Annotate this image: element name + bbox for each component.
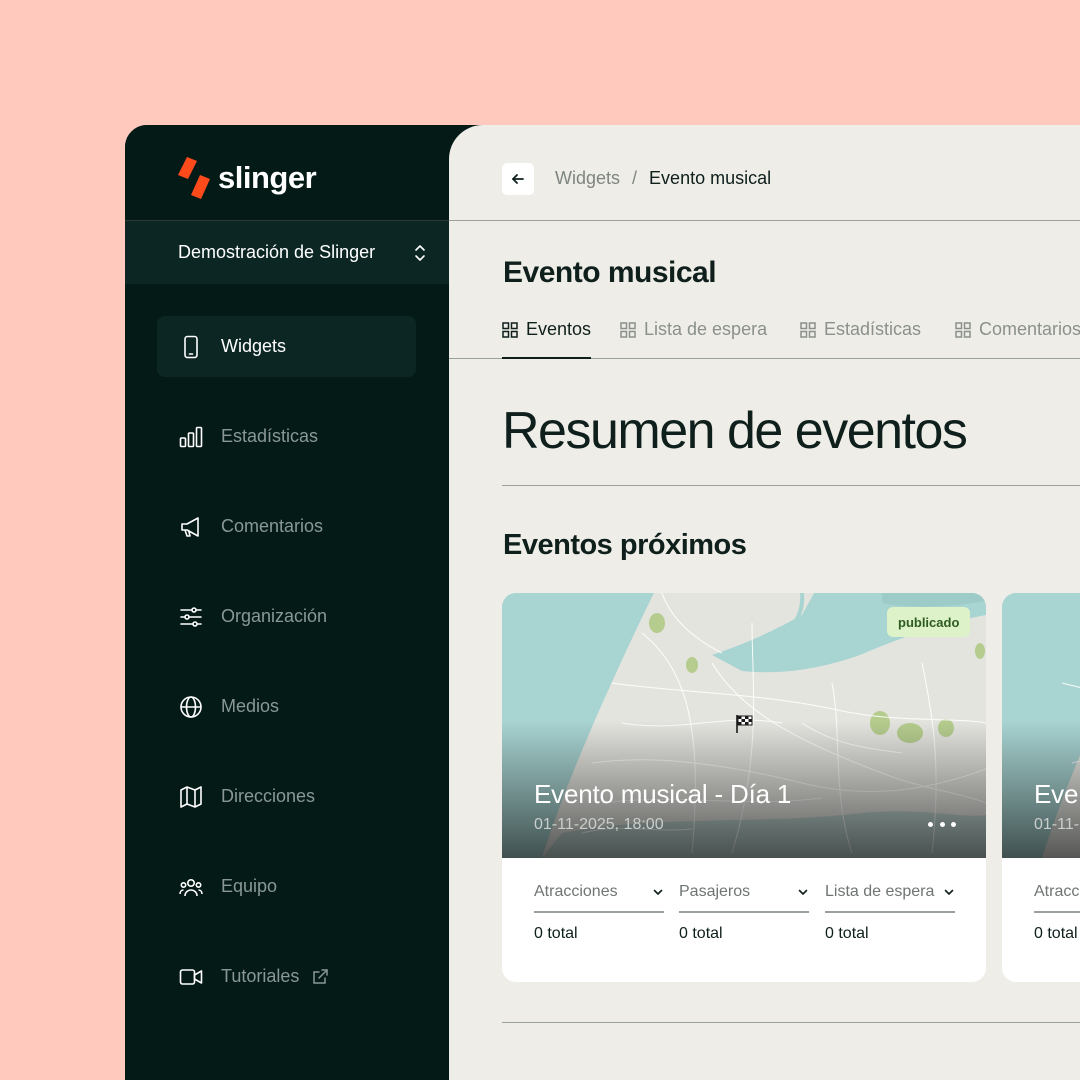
tab-estadisticas[interactable]: Estadísticas (800, 311, 921, 359)
sidebar-item-widgets[interactable]: Widgets (157, 316, 416, 377)
stat-pasajeros: Pasajeros 0 total (679, 873, 809, 943)
sidebar-item-estadisticas[interactable]: Estadísticas (157, 406, 416, 467)
sidebar-item-equipo[interactable]: Equipo (157, 856, 416, 917)
section-title: Resumen de eventos (502, 402, 968, 460)
sidebar-item-label: Estadísticas (221, 426, 319, 446)
event-date: 01-11-2025, 18:00 (534, 816, 664, 833)
chevron-down-icon (798, 889, 808, 895)
tab-eventos[interactable]: Eventos (502, 311, 592, 359)
breadcrumb-current: Evento musical (649, 168, 772, 188)
grid-icon (502, 322, 518, 338)
event-card[interactable]: Evento musical - Día 2 01-11-2025, 18:00… (1002, 593, 1080, 982)
tab-lista-de-espera[interactable]: Lista de espera (620, 311, 767, 359)
grid-icon (800, 322, 816, 338)
sidebar-item-label: Equipo (221, 876, 278, 896)
chevron-up-down-icon (415, 244, 425, 261)
brand-logo[interactable]: slinger (178, 157, 317, 199)
upcoming-events-heading: Eventos próximos (503, 529, 747, 561)
sidebar-item-label: Direcciones (221, 786, 316, 806)
stat-value: 0 total (825, 925, 869, 942)
sidebar-item-label: Widgets (221, 336, 287, 356)
sidebar-item-organizacion[interactable]: Organización (157, 586, 416, 647)
tab-label: Comentarios (979, 319, 1080, 339)
map-icon (179, 785, 203, 809)
main-panel: Widgets / Evento musical Evento musical … (449, 125, 1080, 1080)
stat-dropdown[interactable]: Lista de espera (825, 873, 955, 913)
external-link-icon (313, 968, 329, 984)
stat-label: Atracciones (1034, 883, 1080, 900)
grid-icon (955, 322, 971, 338)
workspace-name: Demostración de Slinger (178, 242, 376, 262)
stat-label: Lista de espera (825, 883, 935, 900)
sidebar-item-comentarios[interactable]: Comentarios (157, 496, 416, 557)
dot-icon (951, 821, 956, 827)
top-bar: Widgets / Evento musical (449, 125, 1080, 221)
brand-name: slinger (218, 160, 317, 195)
stat-value: 0 total (534, 925, 578, 942)
users-icon (179, 875, 203, 899)
chevron-down-icon (653, 889, 663, 895)
stat-label: Atracciones (534, 883, 618, 900)
sidebar-item-label: Medios (221, 696, 280, 716)
grid-icon (620, 322, 636, 338)
tab-bar: Eventos Lista de espera Estadísticas Com… (449, 311, 1080, 359)
stat-atracciones: Atracciones 0 total (1034, 873, 1080, 943)
bottom-divider (502, 1022, 1080, 1023)
more-options-button[interactable] (928, 817, 956, 831)
chevron-down-icon (944, 889, 954, 895)
stat-dropdown[interactable]: Atracciones (534, 873, 664, 913)
stat-atracciones: Atracciones 0 total (534, 873, 664, 943)
stat-value: 0 total (1034, 925, 1078, 942)
section-divider (502, 485, 1080, 486)
dot-icon (928, 821, 933, 827)
slinger-logo-icon (178, 157, 210, 199)
sidebar-item-tutoriales[interactable]: Tutoriales (157, 946, 416, 1007)
smartphone-icon (179, 335, 203, 359)
sidebar-nav: Widgets Estadísticas Comentarios Organiz… (157, 316, 416, 1036)
breadcrumb-separator: / (632, 168, 638, 188)
event-name: Evento musical - Día 2 (1034, 779, 1080, 809)
page-title: Evento musical (503, 256, 717, 289)
stat-lista-de-espera: Lista de espera 0 total (825, 873, 955, 943)
tab-label: Lista de espera (644, 319, 768, 339)
sidebar: slinger Demostración de Slinger Widgets (125, 125, 449, 1080)
stat-dropdown[interactable]: Atracciones (1034, 873, 1080, 913)
arrow-left-icon (512, 174, 524, 184)
dot-icon (939, 821, 945, 827)
stat-dropdown[interactable]: Pasajeros (679, 873, 809, 913)
sidebar-item-medios[interactable]: Medios (157, 676, 416, 737)
breadcrumb-link-widgets[interactable]: Widgets (555, 168, 620, 189)
sidebar-item-label: Organización (221, 606, 328, 626)
event-card[interactable]: publicado Evento musical - Día 1 01-11-2… (502, 593, 986, 982)
stat-value: 0 total (679, 925, 723, 942)
tab-label: Eventos (526, 319, 592, 339)
event-name: Evento musical - Día 1 (534, 779, 792, 809)
back-button[interactable] (502, 163, 534, 195)
event-date: 01-11-2025, 18:00 (1034, 816, 1080, 833)
app-window: slinger Demostración de Slinger Widgets (125, 125, 1080, 1080)
tab-label: Estadísticas (824, 319, 922, 339)
sidebar-item-label: Comentarios (221, 516, 324, 536)
tab-comentarios[interactable]: Comentarios (955, 311, 1080, 359)
breadcrumb: Widgets / Evento musical (555, 168, 771, 189)
sliders-icon (179, 605, 203, 629)
workspace-switcher[interactable]: Demostración de Slinger (125, 221, 449, 284)
bar-chart-icon (179, 425, 203, 449)
status-badge: publicado (887, 607, 971, 637)
sidebar-item-label: Tutoriales (221, 966, 300, 986)
video-icon (179, 965, 203, 989)
sidebar-item-direcciones[interactable]: Direcciones (157, 766, 416, 827)
megaphone-icon (179, 515, 203, 539)
stat-label: Pasajeros (679, 883, 751, 900)
globe-icon (179, 695, 203, 719)
